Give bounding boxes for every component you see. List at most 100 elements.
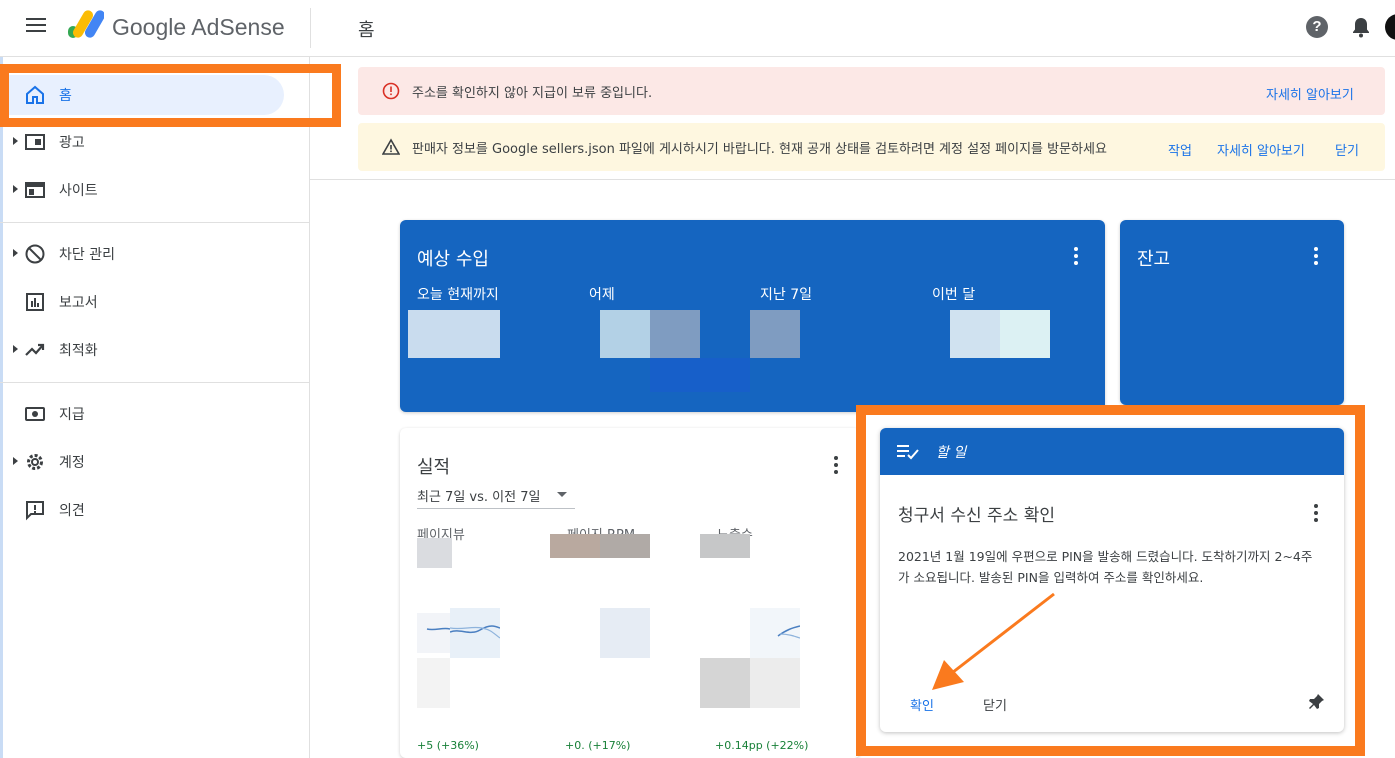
sidebar-item-account[interactable]: 계정: [0, 442, 310, 482]
metric-label: 이번 달: [932, 287, 976, 303]
more-vert-icon[interactable]: [1314, 247, 1318, 265]
brand-name: Google AdSense: [112, 14, 285, 40]
metric-change: +0. (+17%): [565, 739, 631, 752]
help-icon[interactable]: ?: [1306, 16, 1328, 38]
warning-dismiss-link[interactable]: 닫기: [1335, 140, 1359, 159]
metric-label: 오늘 현재까지: [417, 287, 499, 303]
header-divider: [310, 8, 311, 48]
sidebar-item-payments[interactable]: 지급: [0, 394, 310, 434]
date-range-select[interactable]: 최근 7일 vs. 이전 7일: [417, 486, 540, 505]
dropdown-arrow-icon[interactable]: [557, 492, 567, 497]
sidebar-item-label: 지급: [59, 407, 85, 423]
sidebar-item-reports[interactable]: 보고서: [0, 282, 310, 322]
sidebar-item-label: 사이트: [59, 183, 98, 199]
warning-icon: [382, 138, 400, 155]
todo-title: 청구서 수신 주소 확인: [898, 506, 1055, 526]
pin-icon[interactable]: [1307, 693, 1325, 711]
notifications-icon[interactable]: [1350, 15, 1372, 39]
estimated-earnings-card: 예상 수입 오늘 현재까지 어제 지난 7일 이번 달: [400, 220, 1105, 412]
sidebar-item-sites[interactable]: 사이트: [0, 170, 310, 210]
close-button[interactable]: 닫기: [983, 695, 1007, 714]
checklist-icon: [897, 445, 919, 460]
redacted-value: [750, 658, 800, 708]
metric-change: +5 (+36%): [417, 739, 479, 752]
sidebar-divider: [0, 222, 310, 223]
expand-caret-icon[interactable]: [13, 457, 18, 465]
performance-card: 실적 최근 7일 vs. 이전 7일 페이지뷰 페이지 RPM 노출수 +5 (…: [400, 428, 860, 758]
todo-card-label: 할 일: [936, 445, 967, 461]
account-avatar[interactable]: [1385, 14, 1395, 40]
card-title: 잔고: [1137, 249, 1171, 270]
sidebar-item-label: 광고: [59, 135, 85, 151]
redacted-value: [408, 310, 500, 358]
expand-caret-icon[interactable]: [13, 345, 18, 353]
balance-card: 잔고: [1120, 220, 1344, 405]
warning-learn-more-link[interactable]: 자세히 알아보기: [1217, 140, 1305, 159]
error-icon: [382, 82, 400, 100]
sidebar-item-optimization[interactable]: 최적화: [0, 330, 310, 370]
todo-card-header: 할 일: [880, 428, 1344, 475]
error-banner-text: 주소를 확인하지 않아 지급이 보류 중입니다.: [412, 86, 653, 101]
metric-label: 어제: [589, 287, 615, 303]
report-icon: [26, 293, 44, 311]
sparkline-thumbnail: [449, 608, 501, 658]
sidebar-item-blocking[interactable]: 차단 관리: [0, 234, 310, 274]
more-vert-icon[interactable]: [834, 456, 838, 474]
redacted-value: [700, 534, 750, 558]
redacted-value: [650, 310, 700, 358]
sidebar-item-label: 최적화: [59, 343, 98, 359]
gear-icon: [27, 454, 43, 470]
payments-icon: [25, 407, 45, 421]
redacted-value: [700, 658, 750, 708]
error-banner: 주소를 확인하지 않아 지급이 보류 중입니다. 자세히 알아보기: [358, 67, 1385, 115]
adsense-logo: [68, 10, 104, 38]
metric-label: 지난 7일: [760, 287, 812, 303]
redacted-value: [550, 534, 600, 558]
page-title: 홈: [358, 20, 375, 41]
sparkline-chart: [426, 627, 451, 631]
expand-caret-icon[interactable]: [13, 137, 18, 145]
sidebar-divider: [0, 382, 310, 383]
trending-icon: [25, 343, 45, 356]
redacted-value: [417, 658, 450, 708]
sidebar-item-label: 차단 관리: [59, 247, 115, 263]
home-highlight-annotation: [0, 64, 341, 127]
top-app-bar: Google AdSense 홈 ?: [0, 0, 1395, 57]
redacted-value: [600, 608, 650, 658]
redacted-value: [750, 310, 800, 358]
card-title: 예상 수입: [417, 249, 489, 270]
warning-banner: 판매자 정보를 Google sellers.json 파일에 게시하시기 바랍…: [358, 123, 1385, 171]
confirm-button[interactable]: 확인: [910, 695, 934, 714]
redacted-value: [417, 538, 452, 568]
block-icon: [25, 244, 45, 264]
select-underline: [417, 508, 575, 509]
sidebar-item-ads[interactable]: 광고: [0, 122, 310, 162]
redacted-value: [600, 310, 650, 358]
redacted-value: [950, 310, 1000, 358]
sidebar-item-label: 보고서: [59, 295, 98, 311]
ads-icon: [25, 134, 45, 150]
redacted-value: [650, 358, 750, 392]
sidebar-item-feedback[interactable]: 의견: [0, 490, 310, 530]
content-divider: [310, 179, 1395, 180]
sidebar-item-label: 의견: [59, 503, 85, 519]
expand-caret-icon[interactable]: [13, 249, 18, 257]
card-title: 실적: [417, 457, 451, 478]
todo-description: 2021년 1월 19일에 우편으로 PIN을 발송해 드렸습니다. 도착하기까…: [898, 549, 1313, 585]
metric-change: +0.14pp (+22%): [715, 739, 809, 752]
more-vert-icon[interactable]: [1314, 504, 1318, 522]
sparkline-chart: [777, 625, 801, 639]
sparkline-thumbnail: [417, 613, 451, 653]
warning-action-link[interactable]: 작업: [1168, 140, 1192, 159]
annotation-arrow: [932, 592, 1055, 690]
redacted-value: [1000, 310, 1050, 358]
sparkline-thumbnail: [750, 608, 801, 658]
error-learn-more-link[interactable]: 자세히 알아보기: [1266, 84, 1354, 103]
warning-banner-text: 판매자 정보를 Google sellers.json 파일에 게시하시기 바랍…: [412, 142, 1107, 157]
sidebar-item-label: 계정: [59, 455, 85, 471]
more-vert-icon[interactable]: [1074, 247, 1078, 265]
expand-caret-icon[interactable]: [13, 185, 18, 193]
menu-icon[interactable]: [26, 18, 46, 34]
feedback-icon: [26, 501, 44, 521]
redacted-value: [600, 534, 650, 558]
